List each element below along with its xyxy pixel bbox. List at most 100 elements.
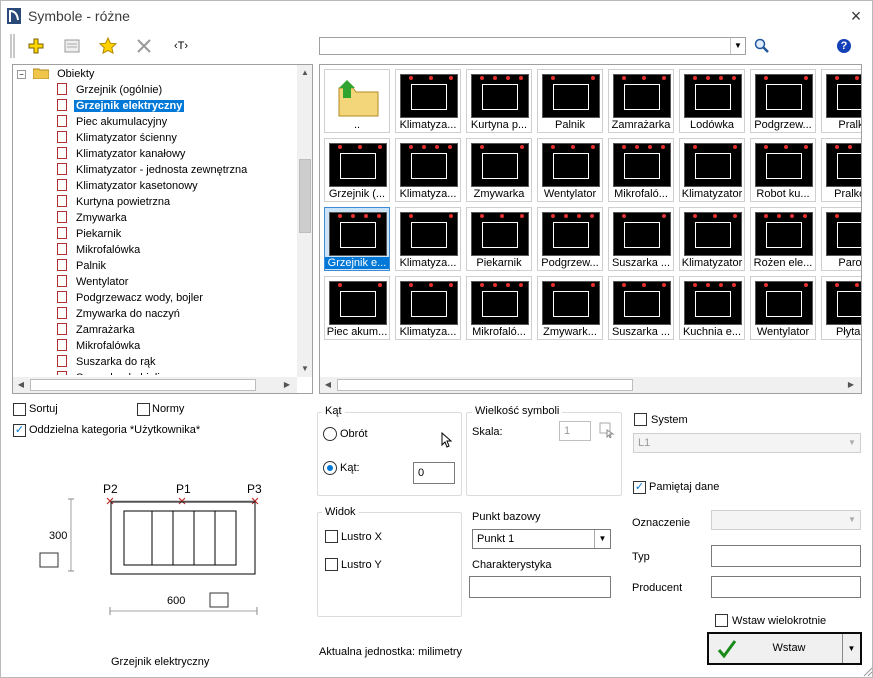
symbol-tile[interactable]: Wentylator [537, 138, 603, 202]
symbol-tile[interactable]: Podgrzew... [750, 69, 816, 133]
pamietaj-checkbox[interactable]: ✓ [633, 481, 646, 494]
symbol-tile[interactable]: Wentylator [750, 276, 816, 340]
chevron-down-icon[interactable]: ▼ [842, 634, 860, 663]
charakterystyka-input[interactable] [469, 576, 611, 598]
kat-radio[interactable] [323, 461, 337, 475]
collapse-icon[interactable]: − [17, 70, 26, 79]
symbol-tile[interactable]: Lodówka [679, 69, 745, 133]
symbol-tile[interactable]: Klimatyzator [679, 138, 745, 202]
symbol-tile[interactable]: Klimatyza... [395, 69, 461, 133]
tree-item[interactable]: Kurtyna powietrzna [57, 194, 172, 210]
oznaczenie-select[interactable]: ▼ [711, 510, 861, 530]
scroll-left-icon[interactable]: ◀ [320, 377, 336, 393]
scroll-up-icon[interactable]: ▲ [297, 65, 312, 81]
wstaw-button[interactable]: Wstaw ▼ [707, 632, 862, 665]
normy-checkbox[interactable] [137, 403, 150, 416]
skala-input[interactable]: 1 [559, 421, 591, 441]
tree-item[interactable]: Wentylator [57, 274, 130, 290]
symbol-tile[interactable]: Zmywark... [537, 276, 603, 340]
symbol-tile[interactable]: Grzejnik (... [324, 138, 390, 202]
symbol-tile[interactable]: Kurtyna p... [466, 69, 532, 133]
layer-select[interactable]: L1 ▼ [633, 433, 861, 453]
producent-input[interactable] [711, 576, 861, 598]
symbol-tile[interactable]: .. [324, 69, 390, 133]
symbol-tile[interactable]: Klimatyza... [395, 138, 461, 202]
close-button[interactable]: × [845, 6, 867, 26]
magnifier-icon[interactable] [749, 34, 775, 58]
scroll-down-icon[interactable]: ▼ [297, 361, 312, 377]
chevron-down-icon[interactable]: ▼ [844, 434, 860, 452]
symbol-tile[interactable]: Palnik [537, 69, 603, 133]
scroll-left-icon[interactable]: ◀ [13, 377, 29, 393]
obrot-radio[interactable] [323, 427, 337, 441]
plus-icon[interactable] [23, 34, 49, 58]
resize-grip-icon[interactable] [861, 665, 873, 677]
tree-item[interactable]: Mikrofalówka [57, 242, 142, 258]
symbol-tile[interactable]: Podgrzew... [537, 207, 603, 271]
tree-item[interactable]: Klimatyzator - jednosta zewnętrzna [57, 162, 249, 178]
toolbar-grip[interactable] [10, 34, 15, 58]
lustro-x-checkbox[interactable] [325, 530, 338, 543]
tree-item[interactable]: Mikrofalówka [57, 338, 142, 354]
symbol-tile[interactable]: Klimatyzator [679, 207, 745, 271]
tree-item[interactable]: Klimatyzator kasetonowy [57, 178, 200, 194]
properties-icon[interactable] [59, 34, 85, 58]
symbol-tile[interactable]: Mikrofaló... [466, 276, 532, 340]
symbol-tile[interactable]: Rożen ele... [750, 207, 816, 271]
chevron-down-icon[interactable]: ▼ [844, 511, 860, 529]
chevron-down-icon[interactable]: ▼ [730, 38, 745, 54]
search-combo[interactable]: ▼ [319, 37, 746, 55]
tree-item[interactable]: Grzejnik (ogólnie) [57, 82, 164, 98]
tree-item[interactable]: Piec akumulacyjny [57, 114, 169, 130]
scroll-right-icon[interactable]: ▶ [279, 377, 295, 393]
tree-item[interactable]: Klimatyzator ścienny [57, 130, 179, 146]
tree-hscrollbar[interactable]: ◀ ▶ [13, 377, 297, 393]
tree-item[interactable]: Suszarka do rąk [57, 354, 157, 370]
symbol-tile[interactable]: Płyta el [821, 276, 861, 340]
grid-hscroll-thumb[interactable] [337, 379, 633, 391]
tree-vscrollbar[interactable]: ▲ ▼ [297, 65, 312, 377]
symbol-tile[interactable]: Pralko s [821, 138, 861, 202]
symbol-tile[interactable]: Robot ku... [750, 138, 816, 202]
symbol-tile[interactable]: Suszarka ... [608, 207, 674, 271]
category-tree[interactable]: − Obiekty Grzejnik (ogólnie) Grzejnik ele… [12, 64, 313, 394]
symbol-tile[interactable]: Grzejnik e... [324, 207, 390, 271]
symbol-tile[interactable]: Suszarka ... [608, 276, 674, 340]
tree-item[interactable]: Podgrzewacz wody, bojler [57, 290, 205, 306]
symbol-tile[interactable]: Zmywarka [466, 138, 532, 202]
text-tool-button[interactable]: ‹T› [167, 34, 195, 58]
delete-icon[interactable] [131, 34, 157, 58]
symbol-tile[interactable]: Zamrażarka [608, 69, 674, 133]
symbol-tile[interactable]: Piekarnik [466, 207, 532, 271]
tree-item[interactable]: Suszarka do bielizny [57, 370, 179, 375]
system-checkbox[interactable] [634, 413, 647, 426]
scroll-right-icon[interactable]: ▶ [843, 377, 859, 393]
kat-input[interactable]: 0 [413, 462, 455, 484]
symbol-tile[interactable]: Piec akum... [324, 276, 390, 340]
help-icon[interactable]: ? [831, 34, 857, 58]
tree-item[interactable]: Zamrażarka [57, 322, 137, 338]
lustro-y-checkbox[interactable] [325, 558, 338, 571]
grid-hscrollbar[interactable]: ◀ ▶ [320, 377, 861, 393]
star-icon[interactable] [95, 34, 121, 58]
symbol-tile[interactable]: Mikrofaló... [608, 138, 674, 202]
wielokrotnie-checkbox[interactable] [715, 614, 728, 627]
tree-item[interactable]: Piekarnik [57, 226, 123, 242]
chevron-down-icon[interactable]: ▼ [594, 530, 610, 548]
symbol-tile[interactable]: Parow [821, 207, 861, 271]
sortuj-checkbox[interactable] [13, 403, 26, 416]
symbol-tile[interactable]: Klimatyza... [395, 207, 461, 271]
tree-item[interactable]: Grzejnik elektryczny [57, 98, 185, 114]
tree-vscroll-thumb[interactable] [299, 159, 311, 233]
tree-hscroll-thumb[interactable] [30, 379, 256, 391]
tree-item[interactable]: Zmywarka do naczyń [57, 306, 182, 322]
symbol-tile[interactable]: Pralko [821, 69, 861, 133]
oddzielna-checkbox[interactable]: ✓ [13, 424, 26, 437]
tree-item[interactable]: Palnik [57, 258, 108, 274]
symbol-tile[interactable]: Klimatyza... [395, 276, 461, 340]
punkt-bazowy-select[interactable]: Punkt 1 ▼ [472, 529, 611, 549]
tree-item[interactable]: Klimatyzator kanałowy [57, 146, 187, 162]
skala-pick-icon[interactable] [599, 422, 615, 438]
symbol-grid[interactable]: .. Klimatyza... Kurtyna p... Palnik Zamrażar… [319, 64, 862, 394]
typ-input[interactable] [711, 545, 861, 567]
